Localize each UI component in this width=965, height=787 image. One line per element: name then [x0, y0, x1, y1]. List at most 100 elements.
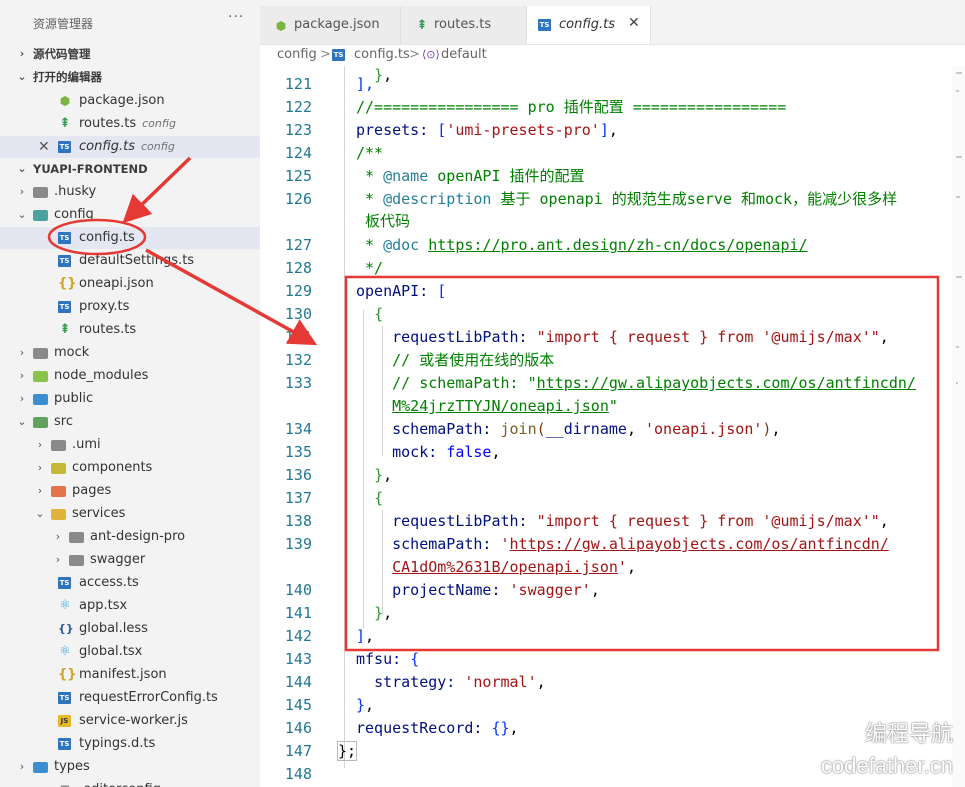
less-icon: {} — [58, 622, 74, 635]
code-line: }; — [336, 740, 358, 762]
tree-file[interactable]: TS proxy.ts — [0, 296, 260, 318]
code-token: schemaPath: — [392, 535, 501, 553]
tree-file[interactable]: ⇞ routes.ts — [0, 319, 260, 341]
line-number: 148 — [284, 765, 312, 783]
tab-label: routes.ts — [434, 17, 492, 32]
minimap[interactable] — [952, 66, 965, 787]
tree-file[interactable]: TS config.ts — [0, 227, 260, 249]
chevron-right-icon: › — [55, 553, 61, 566]
folder-name: ant-design-pro — [90, 529, 186, 544]
tab-package-json[interactable]: ⬢ package.json — [260, 6, 401, 44]
chevron-right-icon: › — [19, 47, 25, 60]
tree-folder[interactable]: › .husky — [0, 181, 260, 203]
tree-file[interactable]: TS requestErrorConfig.ts — [0, 687, 260, 709]
tree-folder[interactable]: › public — [0, 388, 260, 410]
code-token: * — [356, 236, 384, 254]
file-name: proxy.ts — [79, 299, 130, 314]
section-open-editors[interactable]: ⌄ 打开的编辑器 — [0, 66, 260, 88]
code-token: } — [374, 66, 384, 84]
code-link[interactable]: M%24jrzTTYJN/oneapi.json — [392, 397, 609, 415]
tree-file[interactable]: {} global.less — [0, 618, 260, 640]
code-token: false — [446, 443, 492, 461]
folder-name: swagger — [90, 552, 146, 567]
tree-file[interactable]: ⚛ global.tsx — [0, 641, 260, 663]
file-name: oneapi.json — [79, 276, 154, 291]
explorer-sidebar: 资源管理器 ··· › 源代码管理 ⌄ 打开的编辑器 ⬢ package.jso… — [0, 0, 260, 787]
code-token: presets: — [356, 121, 438, 139]
breadcrumb-folder[interactable]: config — [277, 47, 317, 62]
tab-config-ts[interactable]: TS config.ts ✕ — [527, 6, 651, 44]
breadcrumb-symbol[interactable]: default — [441, 47, 487, 62]
typescript-icon: TS — [58, 301, 71, 313]
typescript-icon: TS — [58, 738, 71, 750]
folder-icon — [33, 187, 48, 198]
tree-folder[interactable]: › node_modules — [0, 365, 260, 387]
code-line: //================ pro 插件配置 ============… — [356, 98, 787, 116]
tree-file[interactable]: ⚛ app.tsx — [0, 595, 260, 617]
code-line: * @doc https://pro.ant.design/zh-cn/docs… — [356, 234, 808, 256]
tree-file[interactable]: TS defaultSettings.ts — [0, 250, 260, 272]
line-number: 138 — [284, 512, 312, 530]
tree-folder[interactable]: › pages — [0, 480, 260, 502]
typescript-icon: TS — [58, 577, 71, 589]
chevron-right-icon: › — [37, 484, 43, 497]
code-token: @doc — [383, 236, 420, 254]
tree-folder[interactable]: › ant-design-pro — [0, 526, 260, 548]
file-name: access.ts — [79, 575, 139, 590]
code-line: schemaPath: 'https://gw.alipayobjects.co… — [392, 535, 889, 553]
code-line: requestRecord: {}, — [356, 719, 519, 737]
chevron-right-icon: › — [19, 346, 25, 359]
tab-routes-ts[interactable]: ⇞ routes.ts — [401, 6, 527, 44]
tree-folder[interactable]: › types — [0, 756, 260, 778]
folder-icon — [33, 371, 48, 382]
tree-folder[interactable]: ⌄ services — [0, 503, 260, 525]
tree-folder[interactable]: ⌄ src — [0, 411, 260, 433]
close-icon[interactable]: ✕ — [38, 136, 50, 158]
code-link[interactable]: https://gw.alipayobjects.com/os/antfincd… — [537, 374, 916, 392]
tree-folder[interactable]: › mock — [0, 342, 260, 364]
folder-name: node_modules — [54, 368, 149, 383]
tree-file[interactable]: ≡ .editorconfig — [0, 779, 260, 787]
open-editor-item[interactable]: ⬢ package.json — [0, 90, 260, 112]
close-icon[interactable]: ✕ — [628, 15, 640, 31]
folder-name: types — [54, 759, 90, 774]
folder-icon — [69, 532, 84, 543]
tree-folder[interactable]: › swagger — [0, 549, 260, 571]
section-title: 打开的编辑器 — [33, 70, 102, 84]
file-name: global.less — [79, 621, 148, 636]
route-file-icon: ⇞ — [416, 18, 428, 33]
code-token: @description — [383, 190, 492, 208]
tree-file[interactable]: TS typings.d.ts — [0, 733, 260, 755]
react-icon: ⚛ — [59, 644, 71, 659]
section-title: YUAPI-FRONTEND — [33, 162, 148, 176]
tree-folder[interactable]: ⌄ config — [0, 204, 260, 226]
code-line: { — [374, 489, 384, 507]
chevron-right-icon: › — [19, 185, 25, 198]
section-project[interactable]: ⌄ YUAPI-FRONTEND — [0, 158, 260, 180]
code-link[interactable]: https://gw.alipayobjects.com/os/antfincd… — [510, 535, 889, 553]
code-link[interactable]: CA1dOm%2631B/openapi.json — [392, 558, 618, 576]
tree-file[interactable]: {} manifest.json — [0, 664, 260, 686]
open-editor-item[interactable]: ⇞ routes.ts config — [0, 113, 260, 135]
section-source-control[interactable]: › 源代码管理 — [0, 43, 260, 65]
breadcrumb-file[interactable]: config.ts — [354, 47, 410, 62]
tree-file[interactable]: {} oneapi.json — [0, 273, 260, 295]
more-actions-icon[interactable]: ··· — [228, 9, 244, 25]
tree-folder[interactable]: › components — [0, 457, 260, 479]
code-line: schemaPath: join(__dirname, 'oneapi.json… — [392, 420, 781, 438]
line-number: 146 — [284, 719, 312, 737]
tree-file[interactable]: JS service-worker.js — [0, 710, 260, 732]
chevron-down-icon: ⌄ — [17, 208, 27, 221]
line-number: 133 — [284, 374, 312, 392]
code-editor[interactable]: 121 122 123 124 125 126 127 128 129 130 131 132 133 1… — [260, 66, 965, 787]
open-editor-item-active[interactable]: ✕ TS config.ts config — [0, 136, 260, 158]
tree-folder[interactable]: › .umi — [0, 434, 260, 456]
file-name: package.json — [79, 93, 165, 108]
code-token: requestLibPath: — [392, 328, 537, 346]
code-token: * — [356, 190, 384, 208]
chevron-right-icon: › — [37, 438, 43, 451]
chevron-right-icon: › — [19, 369, 25, 382]
tree-file[interactable]: TS access.ts — [0, 572, 260, 594]
chevron-down-icon: ⌄ — [17, 162, 27, 175]
code-link[interactable]: https://pro.ant.design/zh-cn/docs/openap… — [428, 236, 807, 254]
